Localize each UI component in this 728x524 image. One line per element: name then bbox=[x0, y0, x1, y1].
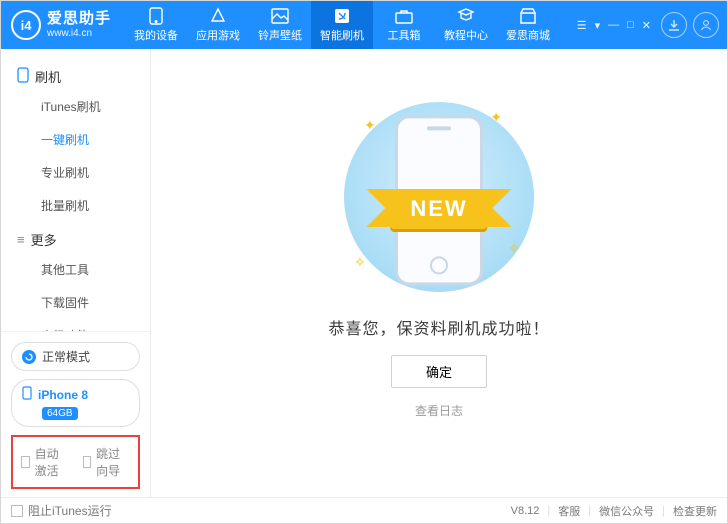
storage-badge: 64GB bbox=[42, 407, 78, 420]
device-name: iPhone 8 bbox=[38, 388, 88, 402]
device-phone-icon bbox=[22, 386, 32, 403]
sidebar-item-oneclick-flash[interactable]: 一键刷机 bbox=[1, 123, 150, 156]
sidebar-item-pro-flash[interactable]: 专业刷机 bbox=[1, 156, 150, 189]
mode-pill[interactable]: 正常模式 bbox=[11, 342, 140, 371]
phone-icon bbox=[147, 7, 165, 25]
update-link[interactable]: 检查更新 bbox=[673, 503, 717, 519]
checkbox-label: 阻止iTunes运行 bbox=[28, 502, 112, 519]
tab-store[interactable]: 爱思商城 bbox=[497, 1, 559, 49]
separator: | bbox=[662, 505, 665, 517]
new-ribbon: NEW bbox=[390, 189, 487, 229]
tab-apps-games[interactable]: 应用游戏 bbox=[187, 1, 249, 49]
tab-my-device[interactable]: 我的设备 bbox=[125, 1, 187, 49]
logo-text: 爱思助手 www.i4.cn bbox=[47, 11, 111, 39]
top-tabs: 我的设备 应用游戏 铃声壁纸 智能刷机 工具箱 教程中心 bbox=[125, 1, 559, 49]
flash-options-box: 自动激活 跳过向导 bbox=[11, 435, 140, 489]
checkbox-label: 跳过向导 bbox=[96, 445, 128, 479]
image-icon bbox=[271, 7, 289, 25]
tutorial-icon bbox=[457, 7, 475, 25]
device-pill[interactable]: iPhone 8 64GB bbox=[11, 379, 140, 427]
app-window: i4 爱思助手 www.i4.cn 我的设备 应用游戏 铃声壁纸 智能刷机 bbox=[0, 0, 728, 524]
apps-icon bbox=[209, 7, 227, 25]
logo-mark: i4 bbox=[21, 18, 32, 33]
success-illustration: ✦ ✦ ✧ ✧ NEW bbox=[334, 97, 544, 297]
store-icon bbox=[519, 7, 537, 25]
phone-outline-icon bbox=[17, 67, 29, 86]
sidebar-section-more: ≡ 更多 bbox=[1, 222, 150, 253]
sidebar-item-other-tools[interactable]: 其他工具 bbox=[1, 253, 150, 286]
menu-icon[interactable]: ☰ bbox=[577, 19, 587, 32]
tab-label: 铃声壁纸 bbox=[258, 27, 302, 43]
sidebar-item-itunes-flash[interactable]: iTunes刷机 bbox=[1, 90, 150, 123]
skip-guide-checkbox[interactable]: 跳过向导 bbox=[83, 445, 129, 479]
checkbox-icon bbox=[83, 456, 92, 468]
mode-label: 正常模式 bbox=[42, 348, 90, 365]
flash-icon bbox=[333, 7, 351, 25]
tab-label: 工具箱 bbox=[388, 27, 421, 43]
sidebar-item-download-firmware[interactable]: 下载固件 bbox=[1, 286, 150, 319]
ok-button[interactable]: 确定 bbox=[391, 355, 487, 388]
toolbox-icon bbox=[395, 7, 413, 25]
tab-tutorials[interactable]: 教程中心 bbox=[435, 1, 497, 49]
tab-label: 我的设备 bbox=[134, 27, 178, 43]
sidebar-item-advanced[interactable]: 高级功能 bbox=[1, 319, 150, 331]
checkbox-icon bbox=[11, 505, 23, 517]
checkbox-label: 自动激活 bbox=[35, 445, 67, 479]
window-buttons: ☰ ▾ — □ ✕ bbox=[577, 19, 651, 32]
tab-flash[interactable]: 智能刷机 bbox=[311, 1, 373, 49]
statusbar: 阻止iTunes运行 V8.12 | 客服 | 微信公众号 | 检查更新 bbox=[1, 497, 727, 523]
tab-label: 智能刷机 bbox=[320, 27, 364, 43]
logo-icon: i4 bbox=[11, 10, 41, 40]
view-log-link[interactable]: 查看日志 bbox=[415, 402, 463, 419]
separator: | bbox=[588, 505, 591, 517]
block-itunes-checkbox[interactable]: 阻止iTunes运行 bbox=[11, 502, 112, 519]
sidebar-scroll: 刷机 iTunes刷机 一键刷机 专业刷机 批量刷机 ≡ 更多 其他工具 下载固… bbox=[1, 49, 150, 331]
close-icon[interactable]: ✕ bbox=[642, 19, 651, 32]
spark-icon: ✦ bbox=[490, 109, 502, 126]
sidebar-item-batch-flash[interactable]: 批量刷机 bbox=[1, 189, 150, 222]
logo: i4 爱思助手 www.i4.cn bbox=[7, 10, 125, 40]
auto-activate-checkbox[interactable]: 自动激活 bbox=[21, 445, 67, 479]
download-button[interactable] bbox=[661, 12, 687, 38]
main-content: ✦ ✦ ✧ ✧ NEW 恭喜您，保资料刷机成功啦！ 确定 查看日志 bbox=[151, 49, 727, 497]
support-link[interactable]: 客服 bbox=[558, 503, 580, 519]
separator: | bbox=[547, 505, 550, 517]
tab-label: 教程中心 bbox=[444, 27, 488, 43]
mode-icon bbox=[22, 350, 36, 364]
brand-name: 爱思助手 bbox=[47, 11, 111, 28]
more-icon: ≡ bbox=[17, 232, 25, 247]
sidebar: 刷机 iTunes刷机 一键刷机 专业刷机 批量刷机 ≡ 更多 其他工具 下载固… bbox=[1, 49, 151, 497]
minimize-icon[interactable]: — bbox=[608, 19, 619, 32]
section-title: 更多 bbox=[31, 230, 57, 249]
user-button[interactable] bbox=[693, 12, 719, 38]
maximize-icon[interactable]: □ bbox=[627, 19, 634, 32]
section-title: 刷机 bbox=[35, 67, 61, 86]
pin-icon[interactable]: ▾ bbox=[595, 19, 601, 32]
brand-site: www.i4.cn bbox=[47, 28, 111, 39]
spark-icon: ✧ bbox=[508, 240, 520, 257]
body: 刷机 iTunes刷机 一键刷机 专业刷机 批量刷机 ≡ 更多 其他工具 下载固… bbox=[1, 49, 727, 497]
titlebar-actions: ☰ ▾ — □ ✕ bbox=[577, 12, 719, 38]
tab-ringtones[interactable]: 铃声壁纸 bbox=[249, 1, 311, 49]
tab-toolbox[interactable]: 工具箱 bbox=[373, 1, 435, 49]
success-message: 恭喜您，保资料刷机成功啦！ bbox=[328, 315, 549, 339]
statusbar-right: V8.12 | 客服 | 微信公众号 | 检查更新 bbox=[511, 503, 717, 519]
spark-icon: ✧ bbox=[354, 254, 366, 271]
version-label: V8.12 bbox=[511, 505, 540, 517]
spark-icon: ✦ bbox=[364, 117, 376, 134]
wechat-link[interactable]: 微信公众号 bbox=[599, 503, 654, 519]
sidebar-section-flash: 刷机 bbox=[1, 59, 150, 90]
tab-label: 爱思商城 bbox=[506, 27, 550, 43]
titlebar: i4 爱思助手 www.i4.cn 我的设备 应用游戏 铃声壁纸 智能刷机 bbox=[1, 1, 727, 49]
sidebar-bottom: 正常模式 iPhone 8 64GB 自动激活 跳过向导 bbox=[1, 331, 150, 497]
tab-label: 应用游戏 bbox=[196, 27, 240, 43]
checkbox-icon bbox=[21, 456, 30, 468]
